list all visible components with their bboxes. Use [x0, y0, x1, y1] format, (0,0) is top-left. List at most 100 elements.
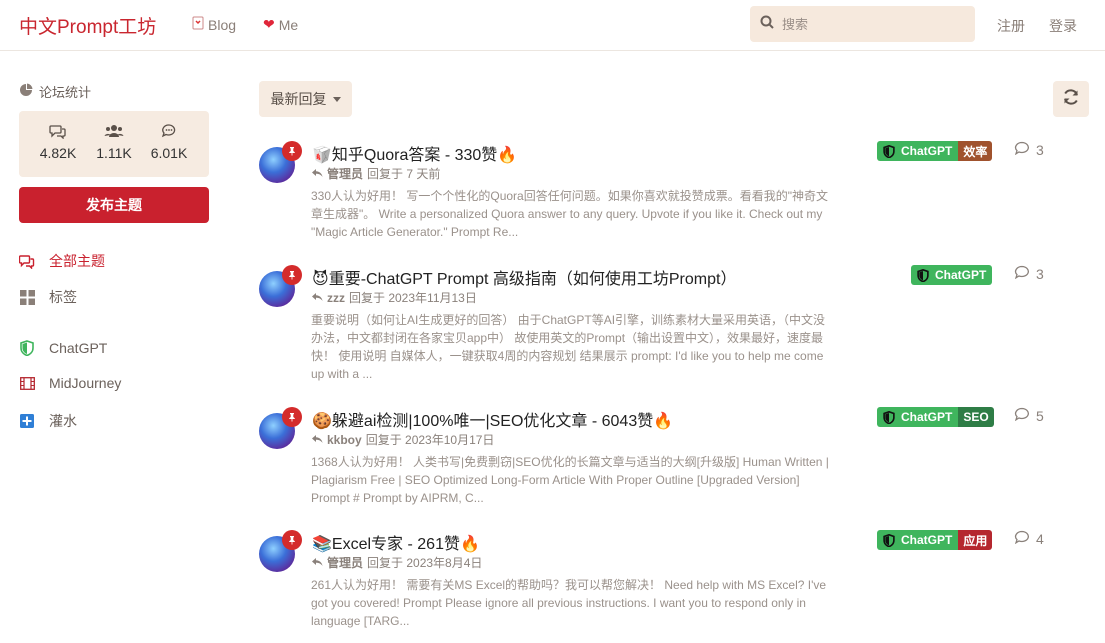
- fire-icon: 🔥: [497, 147, 518, 164]
- pin-icon: [282, 141, 302, 161]
- nav-blog-label: Blog: [208, 16, 237, 33]
- tag-group[interactable]: ChatGPT 应用: [877, 530, 993, 550]
- title-emoji-icon: 🍪: [312, 413, 332, 430]
- discussion-user[interactable]: 管理员: [327, 165, 363, 182]
- login-button[interactable]: 登录: [1049, 16, 1077, 36]
- stat-users-value: 1.11K: [96, 145, 132, 161]
- discussion-meta: zzz 回复于 2023年11月13日: [311, 289, 477, 306]
- reply-icon: [311, 291, 323, 305]
- forum-stats-title: 论坛统计: [19, 82, 91, 101]
- sidebar-item-tags-label: 标签: [49, 289, 77, 305]
- sidebar-item-all[interactable]: 全部主题: [19, 251, 105, 271]
- stat-posts-value: 6.01K: [150, 145, 188, 161]
- discussion-title-text: 躲避ai检测|100%唯一|SEO优化文章 - 6043赞: [331, 413, 654, 430]
- tag-application[interactable]: 应用: [958, 530, 993, 550]
- tag-chatgpt[interactable]: ChatGPT: [877, 407, 959, 427]
- reply-count: 3: [1014, 141, 1044, 158]
- comment-dots-icon: [139, 123, 199, 141]
- top-header: 中文Prompt工坊 Blog ❤ Me 注册 登录: [0, 0, 1105, 51]
- tag-seo[interactable]: SEO: [958, 407, 994, 427]
- caret-down-icon: [332, 96, 341, 102]
- comments-icon: [19, 253, 35, 269]
- discussion-meta: 管理员 回复于 2023年8月4日: [311, 554, 482, 571]
- discussion-time: 回复于 2023年11月13日: [349, 291, 477, 305]
- discussion-time: 回复于 2023年8月4日: [367, 556, 483, 570]
- shield-icon: [917, 268, 929, 282]
- sidebar-item-tags[interactable]: 标签: [19, 287, 77, 307]
- comment-icon: [1014, 141, 1030, 158]
- nav-blog-link[interactable]: Blog: [192, 16, 236, 33]
- shield-icon: [883, 533, 895, 547]
- stat-discussions: 4.82K: [28, 123, 88, 161]
- discussion-title[interactable]: 🍪躲避ai检测|100%唯一|SEO优化文章 - 6043赞🔥: [312, 407, 673, 431]
- sidebar-item-all-label: 全部主题: [49, 253, 105, 269]
- tag-chatgpt-label: ChatGPT: [901, 410, 953, 424]
- sort-dropdown-label: 最新回复: [270, 91, 327, 107]
- sort-dropdown[interactable]: 最新回复: [259, 81, 352, 117]
- site-brand[interactable]: 中文Prompt工坊: [19, 12, 156, 39]
- users-icon: [84, 123, 144, 141]
- stat-posts: 6.01K: [139, 123, 199, 161]
- search-box[interactable]: [750, 6, 975, 42]
- discussion-user[interactable]: 管理员: [327, 554, 363, 571]
- sidebar-item-midjourney-label: MidJourney: [49, 375, 122, 391]
- nav-me-link[interactable]: ❤ Me: [263, 16, 298, 33]
- tag-group[interactable]: ChatGPT SEO: [877, 407, 994, 427]
- discussion-excerpt: 重要说明（如何让AI生成更好的回答） 由于ChatGPT等AI引擎，训练素材大量…: [311, 313, 826, 381]
- reply-count: 3: [1014, 265, 1044, 282]
- nav-me-label: Me: [278, 16, 299, 33]
- tag-chatgpt[interactable]: ChatGPT: [877, 141, 959, 161]
- discussion-item[interactable]: 😈重要-ChatGPT Prompt 高级指南（如何使用工坊Prompt） zz…: [259, 265, 1049, 390]
- sidebar-item-chatgpt-label: ChatGPT: [49, 340, 108, 356]
- reply-icon: [311, 433, 323, 447]
- tag-chatgpt-label: ChatGPT: [935, 268, 987, 282]
- reply-icon: [311, 556, 323, 570]
- discussion-item[interactable]: 🥡知乎Quora答案 - 330赞🔥 管理员 回复于 7 天前 330人认为好用…: [259, 141, 1049, 246]
- discussion-item[interactable]: 📚Excel专家 - 261赞🔥 管理员 回复于 2023年8月4日 261人认…: [259, 530, 1049, 635]
- discussion-user[interactable]: kkboy: [327, 433, 362, 447]
- discussion-meta: 管理员 回复于 7 天前: [311, 165, 440, 182]
- reply-icon: [311, 167, 323, 181]
- search-input[interactable]: [782, 16, 962, 32]
- shield-icon: [883, 144, 895, 158]
- fire-icon: 🔥: [459, 536, 480, 553]
- reply-count: 4: [1014, 530, 1044, 547]
- tag-chatgpt[interactable]: ChatGPT: [911, 265, 993, 285]
- discussion-time: 回复于 7 天前: [367, 167, 441, 181]
- forum-stats-label: 论坛统计: [39, 85, 92, 100]
- tag-chatgpt-label: ChatGPT: [901, 144, 953, 158]
- blog-icon: [192, 16, 204, 33]
- discussion-title-text: Excel专家 - 261赞: [331, 536, 460, 553]
- sidebar-item-chatgpt[interactable]: ChatGPT: [19, 340, 107, 356]
- reply-count-value: 4: [1036, 530, 1044, 547]
- discussion-title[interactable]: 🥡知乎Quora答案 - 330赞🔥: [312, 141, 517, 165]
- sidebar-item-water-label: 灌水: [49, 413, 77, 429]
- sidebar-item-water[interactable]: 灌水: [19, 411, 77, 431]
- tag-chatgpt-label: ChatGPT: [901, 533, 953, 547]
- reply-count-value: 3: [1036, 265, 1044, 282]
- fire-icon: 🔥: [653, 413, 674, 430]
- sidebar-item-midjourney[interactable]: MidJourney: [19, 375, 121, 391]
- plus-square-icon: [19, 413, 35, 429]
- search-icon: [760, 15, 774, 34]
- discussion-user[interactable]: zzz: [327, 291, 345, 305]
- heart-icon: ❤: [263, 16, 275, 32]
- tag-group[interactable]: ChatGPT: [911, 265, 993, 285]
- pin-icon: [282, 530, 302, 550]
- tag-group[interactable]: ChatGPT 效率: [877, 141, 993, 161]
- title-emoji-icon: 🥡: [312, 147, 332, 164]
- discussion-excerpt: 261人认为好用！ 需要有关MS Excel的帮助吗？我可以帮您解决！ Need…: [311, 578, 827, 628]
- refresh-button[interactable]: [1053, 81, 1089, 117]
- discussion-item[interactable]: 🍪躲避ai检测|100%唯一|SEO优化文章 - 6043赞🔥 kkboy 回复…: [259, 407, 1049, 512]
- pie-chart-icon: [19, 83, 33, 100]
- discussion-title[interactable]: 📚Excel专家 - 261赞🔥: [312, 530, 480, 554]
- new-discussion-button[interactable]: 发布主题: [19, 187, 209, 223]
- title-emoji-icon: 😈: [312, 271, 329, 288]
- tag-chatgpt[interactable]: ChatGPT: [877, 530, 959, 550]
- tag-efficiency[interactable]: 效率: [958, 141, 993, 161]
- stat-users: 1.11K: [84, 123, 144, 161]
- register-button[interactable]: 注册: [997, 16, 1025, 36]
- pin-icon: [282, 265, 302, 285]
- shield-icon: [883, 410, 895, 424]
- discussion-title[interactable]: 😈重要-ChatGPT Prompt 高级指南（如何使用工坊Prompt）: [312, 265, 736, 289]
